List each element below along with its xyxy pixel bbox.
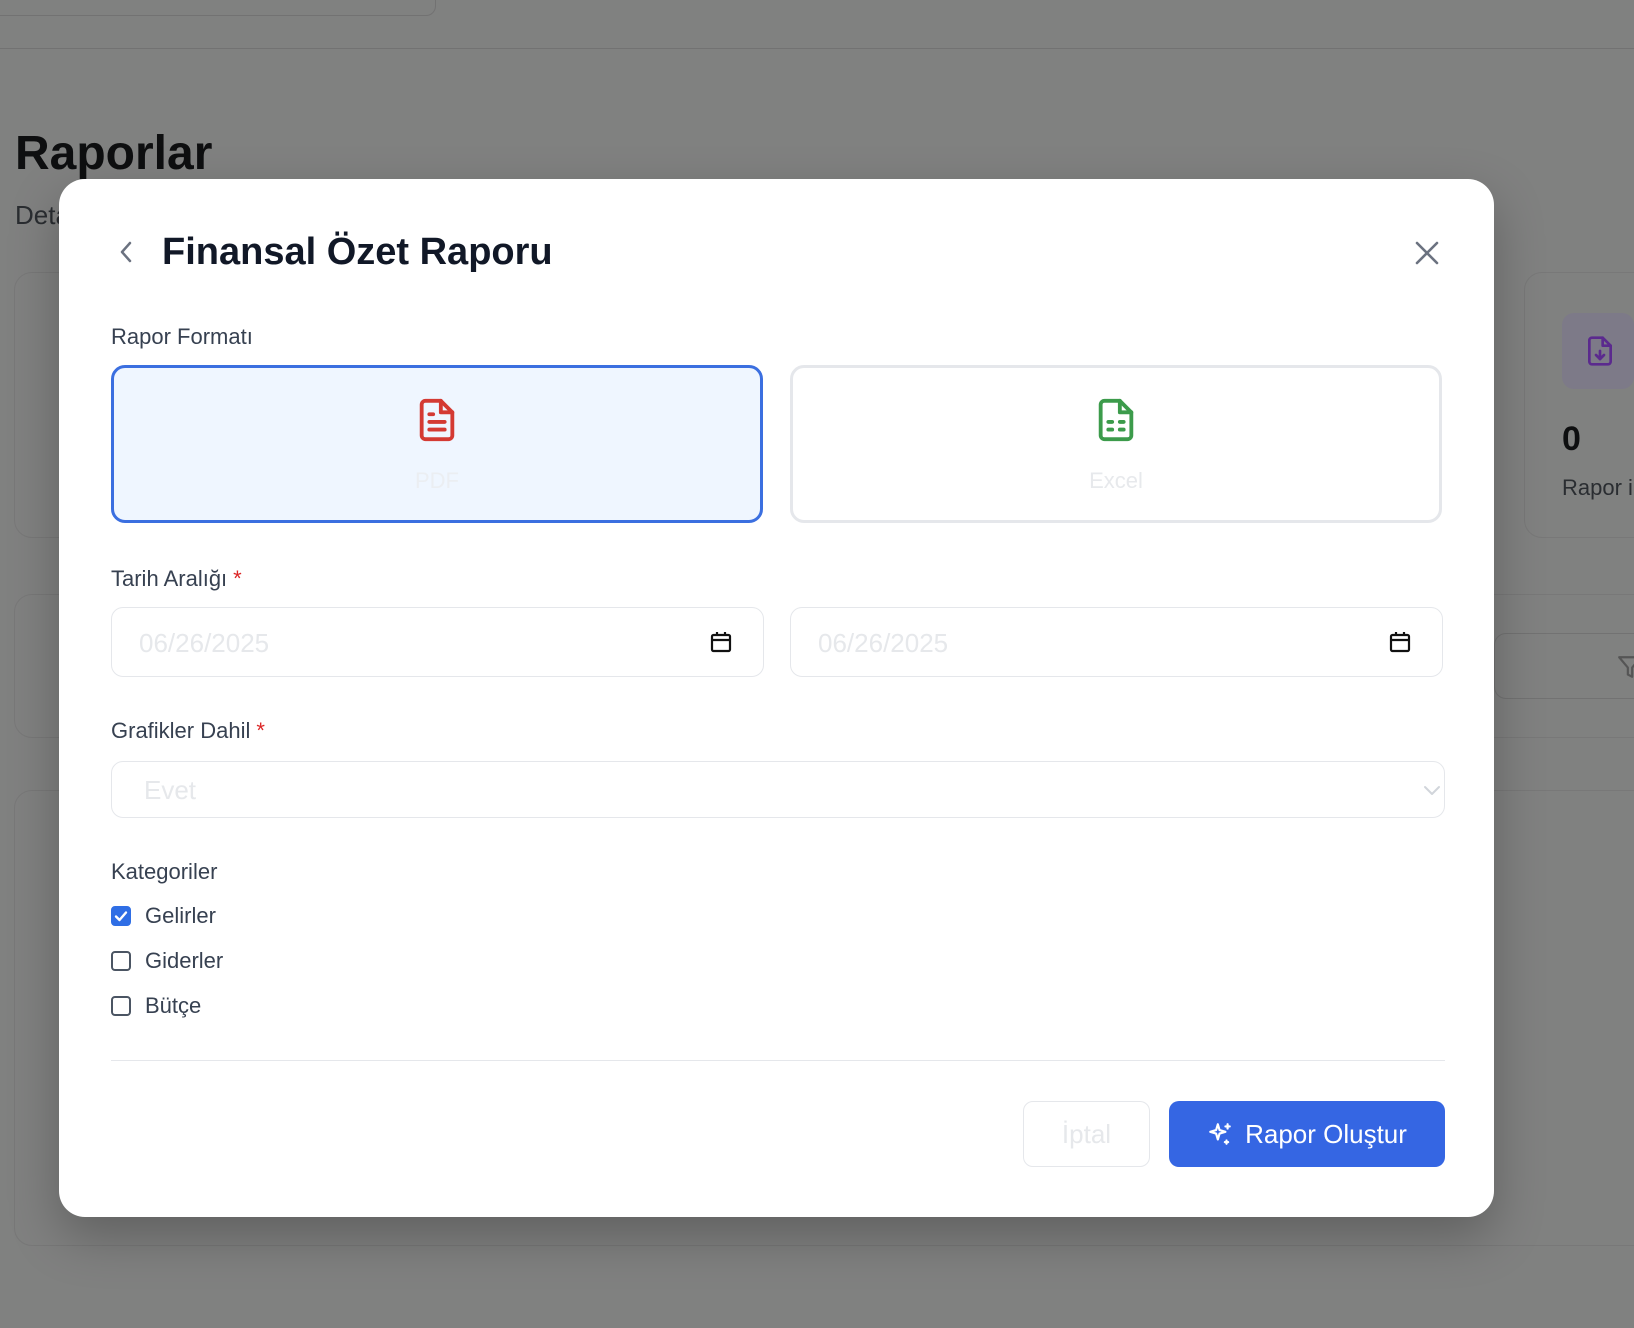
checkbox-checked[interactable]: [111, 906, 131, 926]
background-page-title: Raporlar: [15, 127, 213, 180]
format-option-label: Excel: [1089, 468, 1143, 493]
sparkles-icon: [1207, 1121, 1233, 1147]
charts-select-value: Evet: [144, 775, 197, 805]
charts-label: Grafikler Dahil *: [111, 718, 265, 744]
date-range-label-text: Tarih Aralığı: [111, 566, 228, 591]
calendar-icon[interactable]: [1388, 630, 1412, 659]
cancel-button[interactable]: İptal: [1023, 1101, 1150, 1167]
format-option-label: PDF: [415, 468, 459, 493]
close-icon: [1415, 241, 1439, 265]
required-mark: *: [256, 718, 265, 743]
categories-label: Kategoriler: [111, 859, 218, 884]
category-butce[interactable]: Bütçe: [111, 991, 201, 1021]
category-gelirler[interactable]: Gelirler: [111, 901, 216, 931]
background-search-box: [0, 0, 436, 16]
report-modal: Finansal Özet Raporu Rapor Formatı PDF E…: [59, 179, 1494, 1217]
download-file-icon: [1562, 313, 1634, 389]
filter-icon: [1618, 656, 1634, 678]
calendar-icon[interactable]: [709, 630, 733, 659]
check-icon: [114, 911, 128, 922]
end-date-input[interactable]: 06/26/2025: [790, 607, 1443, 677]
charts-select[interactable]: Evet: [111, 761, 1445, 818]
file-text-icon: [414, 394, 460, 451]
checkbox-label: Giderler: [145, 948, 224, 973]
file-spreadsheet-icon: [1093, 394, 1139, 451]
end-date-value: 06/26/2025: [818, 628, 949, 658]
start-date-input[interactable]: 06/26/2025: [111, 607, 764, 677]
chevron-down-icon: [1422, 780, 1442, 805]
date-range-label: Tarih Aralığı *: [111, 566, 242, 592]
background-stat-label: Rapor i: [1562, 475, 1633, 500]
format-option-pdf[interactable]: PDF: [111, 365, 763, 523]
background-stat-value: 0: [1562, 420, 1581, 458]
charts-label-text: Grafikler Dahil: [111, 718, 251, 743]
category-giderler[interactable]: Giderler: [111, 946, 223, 976]
format-option-excel[interactable]: Excel: [790, 365, 1442, 523]
background-filter-select: [1494, 633, 1634, 699]
checkbox-unchecked[interactable]: [111, 951, 131, 971]
start-date-value: 06/26/2025: [139, 628, 270, 658]
back-button[interactable]: [111, 234, 141, 270]
checkbox-label: Gelirler: [145, 903, 216, 928]
checkbox-label: Bütçe: [145, 993, 202, 1018]
footer-divider: [111, 1060, 1445, 1061]
format-label: Rapor Formatı: [111, 324, 253, 349]
checkbox-unchecked[interactable]: [111, 996, 131, 1016]
close-button[interactable]: [1409, 235, 1445, 271]
create-report-label: Rapor Oluştur: [1245, 1118, 1407, 1149]
create-report-button[interactable]: Rapor Oluştur: [1169, 1101, 1445, 1167]
required-mark: *: [233, 566, 242, 591]
chevron-left-icon: [120, 241, 132, 263]
modal-title: Finansal Özet Raporu: [162, 231, 553, 273]
